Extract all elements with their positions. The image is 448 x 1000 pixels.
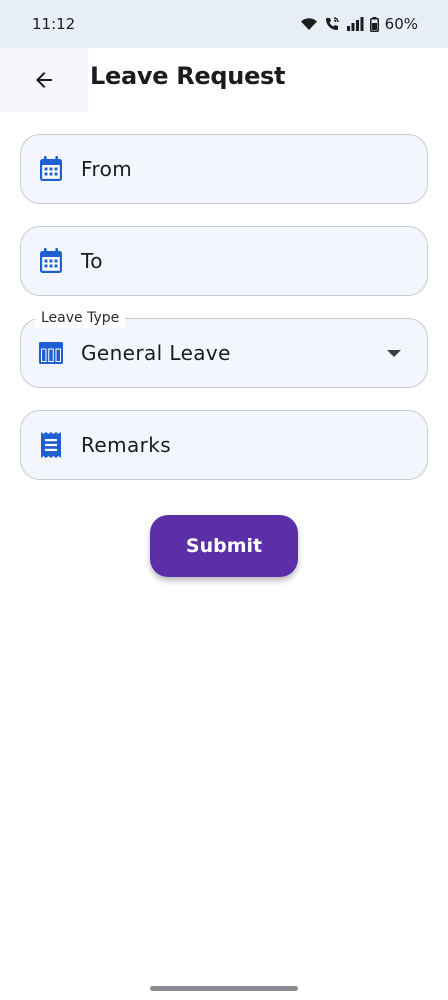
submit-button[interactable]: Submit (150, 515, 298, 577)
signal-icon (346, 17, 364, 31)
calendar-icon (37, 247, 65, 275)
leave-type-value: General Leave (81, 341, 231, 365)
receipt-icon (37, 431, 65, 459)
back-button[interactable] (0, 48, 88, 112)
wifi-call-icon (324, 16, 340, 32)
battery-percent: 60% (384, 15, 418, 33)
status-icons: 60% (300, 15, 418, 33)
to-date-field[interactable]: To (20, 226, 428, 296)
table-icon (37, 339, 65, 367)
chevron-down-icon (387, 350, 401, 357)
from-date-label: From (81, 157, 133, 181)
app-bar: Leave Request (0, 48, 448, 112)
leave-type-dropdown[interactable]: Leave Type General Leave (20, 308, 428, 388)
home-indicator[interactable] (150, 986, 298, 991)
to-date-label: To (81, 249, 103, 273)
arrow-left-icon (32, 68, 56, 92)
battery-icon (369, 16, 379, 32)
remarks-label: Remarks (81, 433, 172, 457)
from-date-field[interactable]: From (20, 134, 428, 204)
status-bar: 11:12 60% (0, 0, 448, 48)
page-title: Leave Request (90, 62, 286, 90)
wifi-icon (300, 17, 318, 31)
calendar-icon (37, 155, 65, 183)
status-time: 11:12 (32, 15, 76, 33)
leave-type-label: Leave Type (35, 308, 126, 328)
remarks-field[interactable]: Remarks (20, 410, 428, 480)
